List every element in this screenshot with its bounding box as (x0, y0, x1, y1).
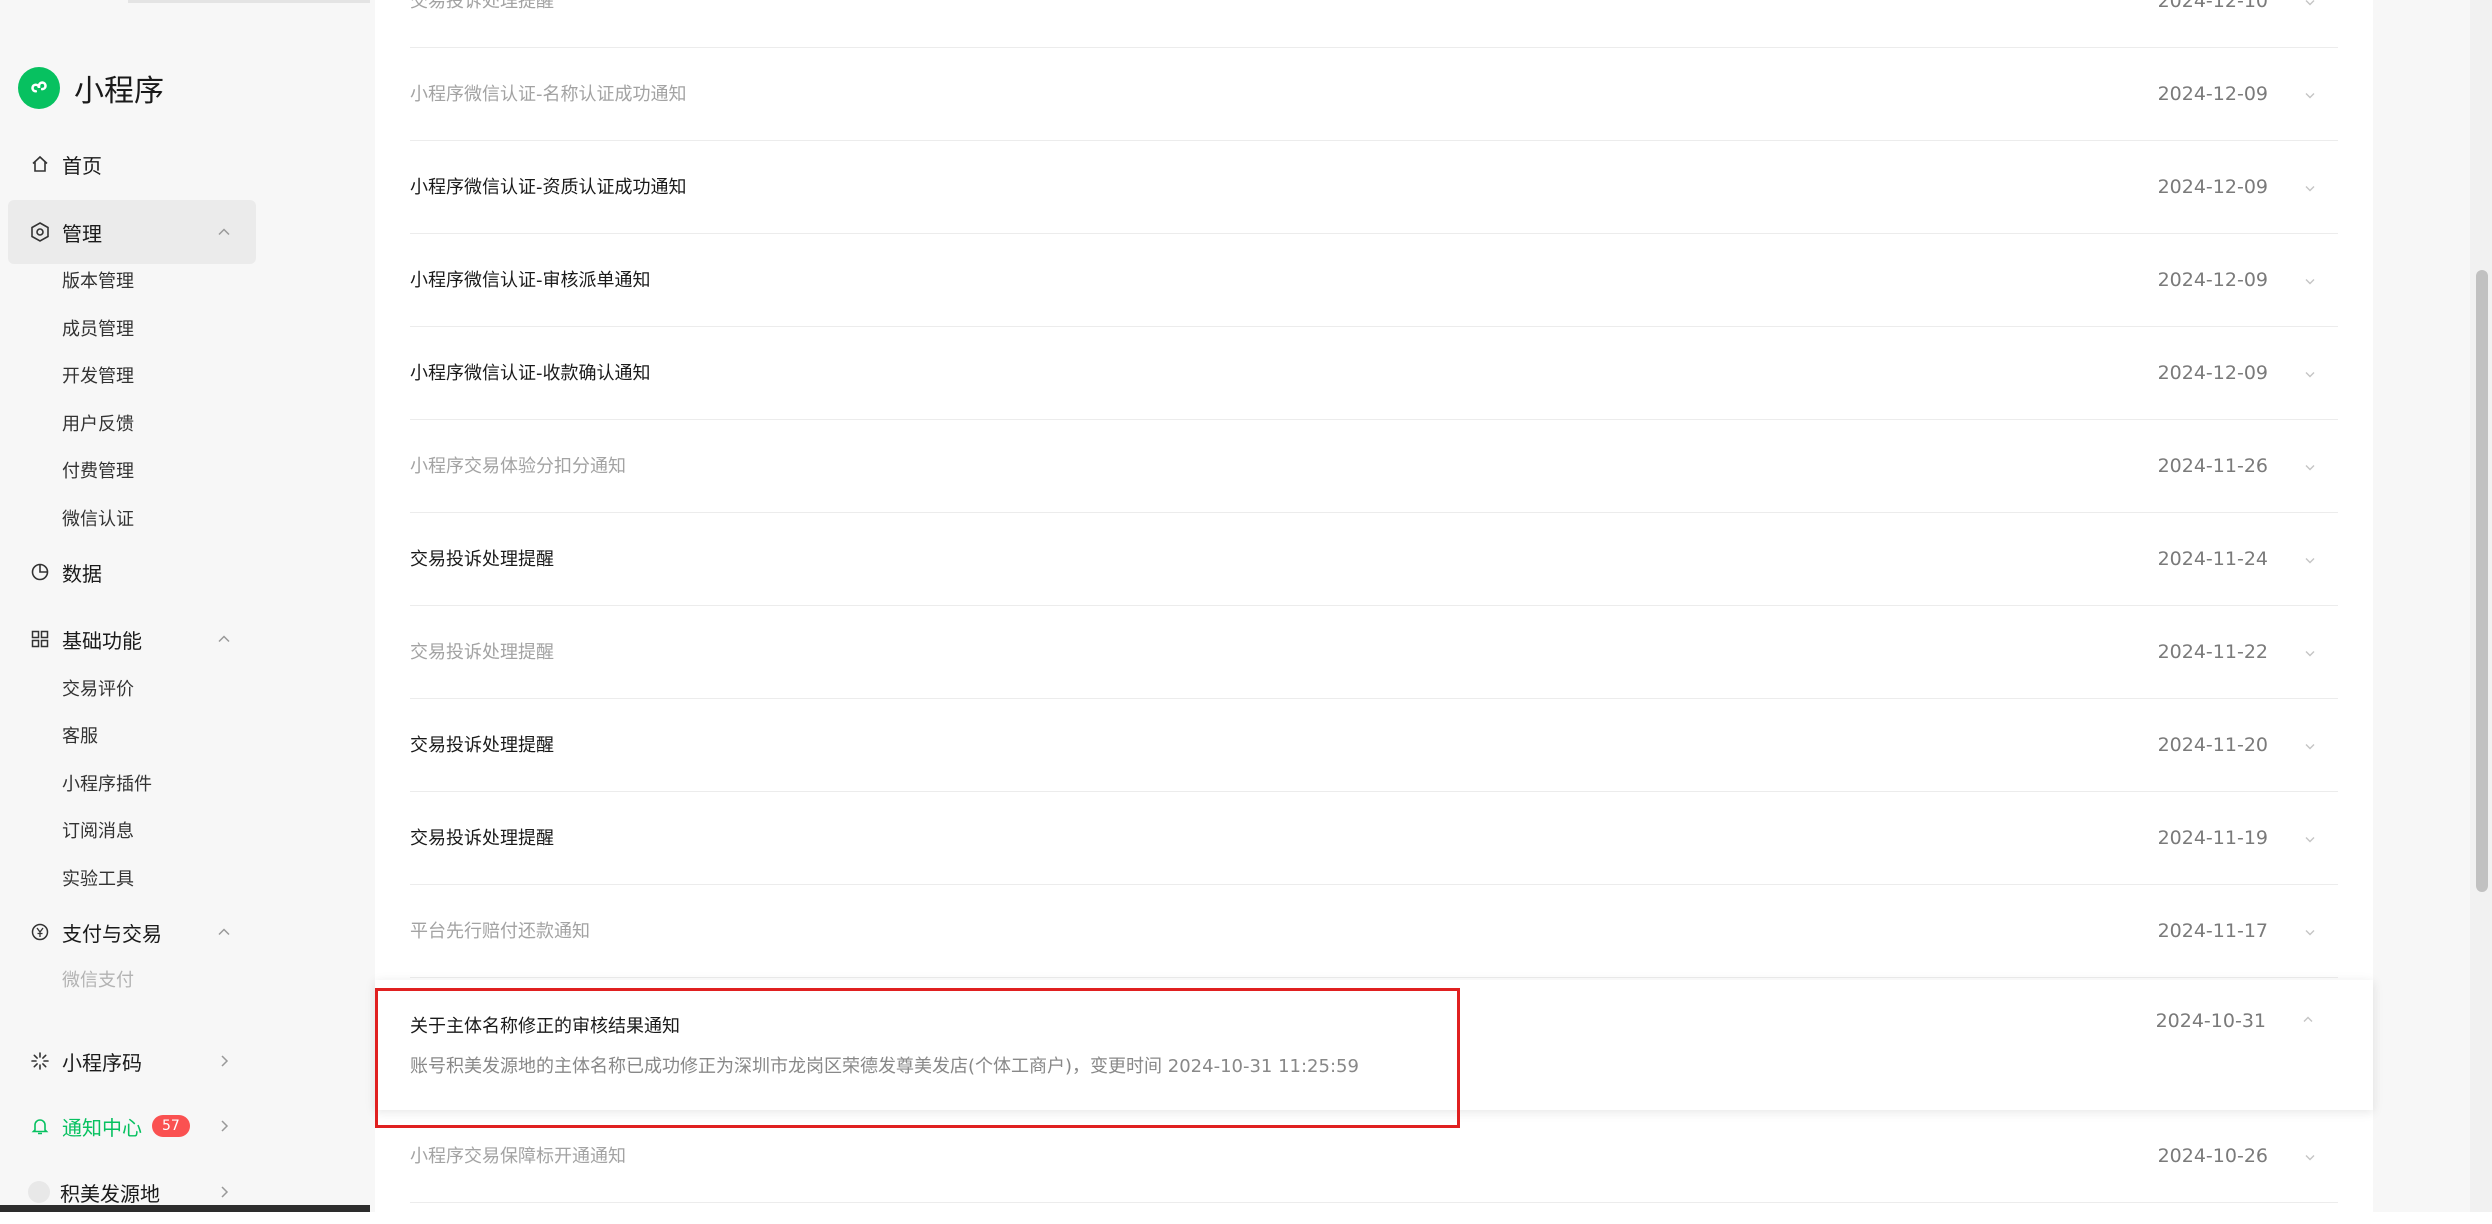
chevron-down-icon[interactable] (2298, 513, 2322, 606)
nav-manage-dev[interactable]: 开发管理 (62, 362, 134, 392)
notification-date: 2024-11-20 (2157, 734, 2268, 756)
nav-data-label: 数据 (62, 561, 102, 586)
notification-date: 2024-11-22 (2157, 641, 2268, 663)
nav-account[interactable]: 积美发源地 (8, 1160, 256, 1224)
chevron-down-icon[interactable] (2298, 420, 2322, 513)
chevron-up-icon (214, 629, 234, 649)
notification-title: 小程序微信认证-收款确认通知 (410, 363, 651, 384)
home-icon (28, 152, 52, 176)
nav-home[interactable]: 首页 (8, 132, 256, 196)
chevron-down-icon[interactable] (2298, 1110, 2322, 1203)
chevron-up-icon (214, 222, 234, 242)
sidebar: 小程序 首页 管理 版本管理 成员管理 开发管理 用户反馈 付费管理 微信认证 … (0, 0, 682, 1212)
nav-manage-feedback[interactable]: 用户反馈 (62, 410, 134, 440)
chevron-right-icon (214, 1116, 234, 1136)
notification-date: 2024-11-24 (2157, 548, 2268, 570)
nav-basic-label: 基础功能 (62, 628, 142, 653)
notification-date: 2024-11-26 (2157, 455, 2268, 477)
notification-row[interactable]: 交易投诉处理提醒 2024-11-19 (410, 792, 2338, 885)
notification-title: 平台先行赔付还款通知 (410, 921, 590, 942)
scrollbar-thumb[interactable] (2476, 270, 2488, 892)
data-icon (28, 560, 52, 584)
nav-pay[interactable]: 支付与交易 (8, 900, 256, 964)
notification-date: 2024-11-17 (2157, 920, 2268, 942)
nav-pay-label: 支付与交易 (62, 921, 162, 946)
grid-icon (28, 627, 52, 651)
chevron-down-icon[interactable] (2298, 327, 2322, 420)
yuan-icon (28, 920, 52, 944)
notification-date: 2024-12-09 (2157, 176, 2268, 198)
nav-notify[interactable]: 通知中心 57 (8, 1094, 256, 1158)
notification-date: 2024-10-26 (2157, 1145, 2268, 1167)
chevron-up-icon[interactable] (2296, 1008, 2320, 1032)
chevron-right-icon (214, 1182, 234, 1202)
nav-basic-lab[interactable]: 实验工具 (62, 865, 134, 895)
notification-row[interactable]: 交易投诉处理提醒 2024-11-22 (410, 606, 2338, 699)
nav-basic[interactable]: 基础功能 (8, 607, 256, 671)
notification-title: 交易投诉处理提醒 (410, 642, 554, 663)
notification-row[interactable]: 小程序微信认证-名称认证成功通知 2024-12-09 (410, 48, 2338, 141)
notification-title: 交易投诉处理提醒 (410, 735, 554, 756)
chevron-down-icon[interactable] (2298, 885, 2322, 978)
nav-data[interactable]: 数据 (8, 540, 256, 604)
notification-row[interactable]: 小程序交易体验分扣分通知 2024-11-26 (410, 420, 2338, 513)
chevron-down-icon[interactable] (2298, 792, 2322, 885)
nav-basic-subscribe[interactable]: 订阅消息 (62, 817, 134, 847)
mini-program-logo-icon (18, 67, 60, 109)
notification-row[interactable]: 交易投诉处理提醒 2024-11-24 (410, 513, 2338, 606)
brand-title: 小程序 (74, 74, 164, 109)
avatar (28, 1181, 50, 1203)
highlight-box (375, 988, 1460, 1128)
notification-title: 小程序微信认证-资质认证成功通知 (410, 177, 687, 198)
nav-qrcode[interactable]: 小程序码 (8, 1029, 256, 1093)
chevron-down-icon[interactable] (2298, 699, 2322, 792)
notification-date: 2024-12-09 (2157, 269, 2268, 291)
manage-icon (28, 220, 52, 244)
chevron-up-icon (214, 922, 234, 942)
brand[interactable]: 小程序 (18, 66, 164, 110)
notification-title: 交易投诉处理提醒 (410, 549, 554, 570)
bell-icon (28, 1114, 52, 1138)
chevron-down-icon[interactable] (2298, 0, 2322, 48)
notification-date: 2024-10-31 (2155, 1010, 2266, 1032)
sun-icon (28, 1049, 52, 1073)
nav-manage-cert[interactable]: 微信认证 (62, 505, 134, 535)
chevron-down-icon[interactable] (2298, 141, 2322, 234)
nav-manage-label: 管理 (62, 221, 102, 246)
notification-title: 小程序交易体验分扣分通知 (410, 456, 626, 477)
notification-date: 2024-12-09 (2157, 83, 2268, 105)
notification-row[interactable]: 小程序微信认证-收款确认通知 2024-12-09 (410, 327, 2338, 420)
nav-basic-review[interactable]: 交易评价 (62, 675, 134, 705)
nav-basic-service[interactable]: 客服 (62, 722, 98, 752)
nav-pay-wechatpay[interactable]: 微信支付 (62, 966, 134, 996)
nav-account-label: 积美发源地 (60, 1181, 160, 1206)
notification-date: 2024-11-19 (2157, 827, 2268, 849)
nav-qrcode-label: 小程序码 (62, 1050, 142, 1075)
notification-row[interactable]: 交易投诉处理提醒 2024-11-20 (410, 699, 2338, 792)
notification-title: 小程序微信认证-审核派单通知 (410, 270, 651, 291)
nav-manage[interactable]: 管理 (8, 200, 256, 264)
notification-date: 2024-12-09 (2157, 362, 2268, 384)
nav-home-label: 首页 (62, 153, 102, 178)
notify-count-badge: 57 (152, 1115, 190, 1137)
notification-title: 小程序微信认证-名称认证成功通知 (410, 84, 687, 105)
notification-title: 交易投诉处理提醒 (410, 0, 554, 12)
notification-row[interactable]: 小程序微信认证-资质认证成功通知 2024-12-09 (410, 141, 2338, 234)
notification-row[interactable]: 平台先行赔付还款通知 2024-11-17 (410, 885, 2338, 978)
nav-manage-members[interactable]: 成员管理 (62, 315, 134, 345)
notification-date: 2024-12-10 (2157, 0, 2268, 12)
notification-title: 交易投诉处理提醒 (410, 828, 554, 849)
nav-notify-label: 通知中心 (62, 1115, 142, 1140)
chevron-down-icon[interactable] (2298, 606, 2322, 699)
notification-row[interactable]: 交易投诉处理提醒 2024-12-10 (410, 0, 2338, 48)
chevron-down-icon[interactable] (2298, 234, 2322, 327)
chevron-right-icon (214, 1051, 234, 1071)
nav-basic-plugin[interactable]: 小程序插件 (62, 770, 152, 800)
chevron-down-icon[interactable] (2298, 48, 2322, 141)
notification-row[interactable]: 小程序微信认证-审核派单通知 2024-12-09 (410, 234, 2338, 327)
nav-manage-version[interactable]: 版本管理 (62, 267, 134, 297)
top-strip (128, 0, 410, 3)
nav-manage-payment[interactable]: 付费管理 (62, 457, 134, 487)
